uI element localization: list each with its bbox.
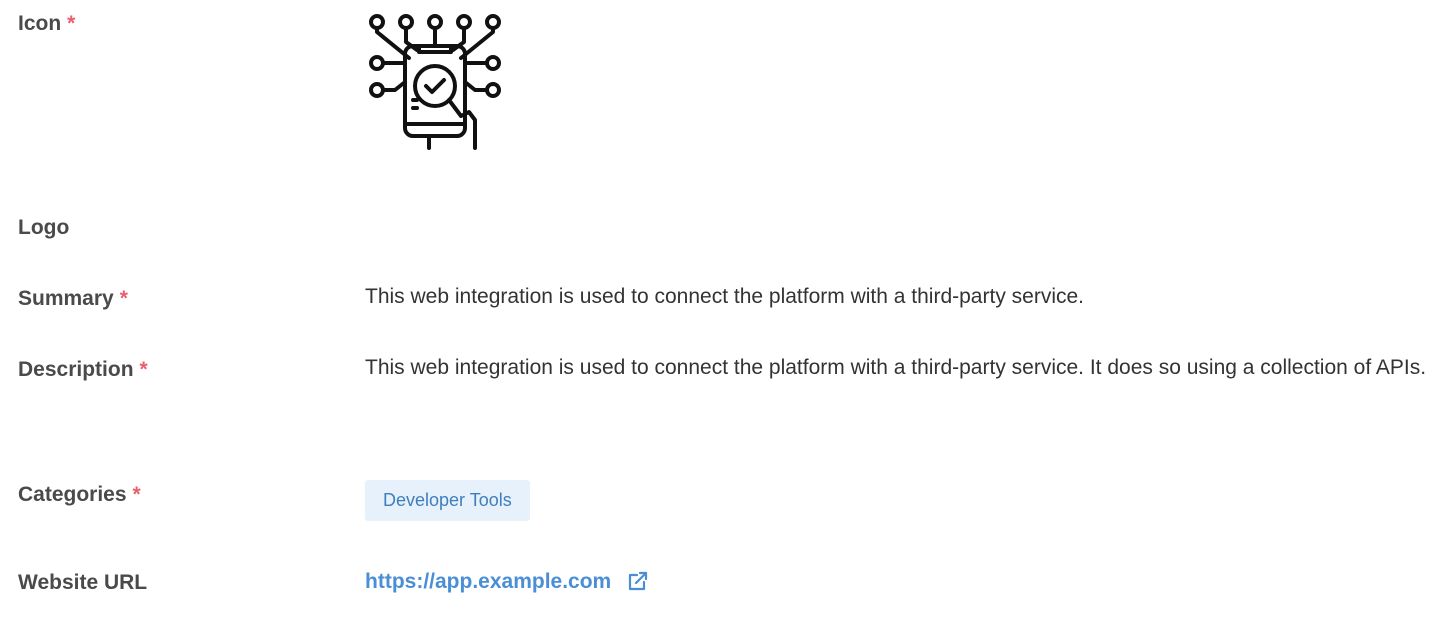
description-value: This web integration is used to connect … — [365, 356, 1427, 379]
external-link-icon[interactable] — [627, 568, 649, 603]
summary-value: This web integration is used to connect … — [365, 285, 1085, 308]
required-mark: * — [132, 483, 141, 506]
category-chip[interactable]: Developer Tools — [365, 480, 530, 521]
logo-label: Logo — [18, 216, 70, 239]
icon-label: Icon * — [18, 12, 76, 35]
website-value: https://app.example.com — [365, 564, 1435, 603]
categories-list: Developer Tools — [365, 480, 1435, 521]
required-mark: * — [67, 12, 76, 35]
required-mark: * — [139, 358, 148, 381]
website-label: Website URL — [18, 571, 148, 594]
categories-label: Categories * — [18, 483, 141, 506]
integration-circuit-phone-icon — [369, 14, 501, 150]
description-label: Description * — [18, 358, 148, 381]
website-link[interactable]: https://app.example.com — [365, 570, 611, 593]
required-mark: * — [119, 287, 128, 310]
summary-label: Summary * — [18, 287, 128, 310]
integration-details: Icon * Logo Summary * This web integrati… — [0, 0, 1435, 626]
